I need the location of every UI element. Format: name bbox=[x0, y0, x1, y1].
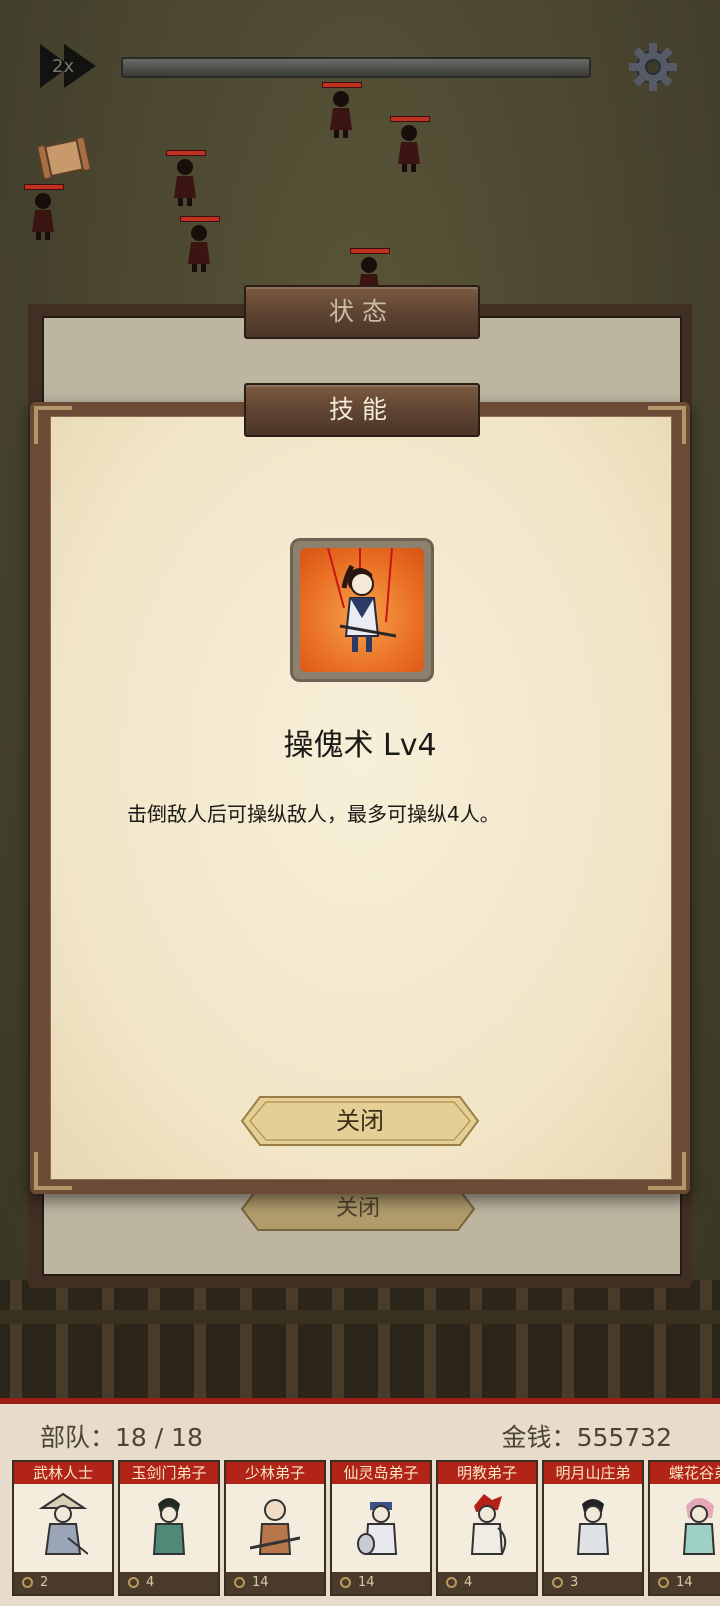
corner-ornament bbox=[648, 406, 686, 444]
unit-name: 蝶花谷弟 bbox=[650, 1462, 720, 1484]
wave-progress-bar bbox=[121, 57, 591, 78]
enemy-unit[interactable] bbox=[20, 184, 66, 242]
troops-counter: 部队：18 / 18 bbox=[40, 1418, 203, 1454]
unit-name: 明教弟子 bbox=[438, 1462, 536, 1484]
unit-portrait bbox=[470, 1494, 507, 1555]
corner-ornament bbox=[34, 406, 72, 444]
unit-cost: 14 bbox=[650, 1572, 720, 1594]
unit-cost: 3 bbox=[544, 1572, 642, 1594]
unit-card[interactable]: 明月山庄弟 3 bbox=[542, 1460, 644, 1596]
troops-value: 18 / 18 bbox=[115, 1423, 203, 1452]
money-value: 555732 bbox=[576, 1423, 672, 1452]
settings-button[interactable] bbox=[628, 42, 678, 92]
enemy-unit[interactable] bbox=[162, 150, 208, 208]
close-button-label: 关闭 bbox=[336, 1107, 384, 1135]
skill-description: 击倒敌人后可操纵敌人，最多可操纵4人。 bbox=[127, 802, 500, 826]
unit-name: 武林人士 bbox=[14, 1462, 112, 1484]
unit-name: 玉剑门弟子 bbox=[120, 1462, 218, 1484]
close-button[interactable]: 关闭 bbox=[240, 1095, 480, 1147]
bottom-bar: 部队：18 / 18 金钱：555732 武林人士 2 玉剑门弟子 4 少林弟子… bbox=[0, 1398, 720, 1606]
skill-name: 操傀术 Lv4 bbox=[283, 728, 437, 763]
corner-ornament bbox=[648, 1152, 686, 1190]
unit-cost: 4 bbox=[120, 1572, 218, 1594]
scroll-button[interactable] bbox=[36, 135, 92, 181]
skill-dialog-title: 技能 bbox=[328, 395, 395, 424]
unit-cost: 2 bbox=[14, 1572, 112, 1594]
puppet-skill-icon bbox=[290, 538, 434, 682]
enemy-unit[interactable] bbox=[386, 116, 432, 174]
unit-roster: 武林人士 2 玉剑门弟子 4 少林弟子 14 仙灵岛弟子 14 明教弟子 4 明… bbox=[12, 1460, 720, 1606]
unit-card[interactable]: 蝶花谷弟 14 bbox=[648, 1460, 720, 1596]
corner-ornament bbox=[34, 1152, 72, 1190]
unit-portrait bbox=[576, 1499, 610, 1555]
unit-card[interactable]: 武林人士 2 bbox=[12, 1460, 114, 1596]
unit-card[interactable]: 少林弟子 14 bbox=[224, 1460, 326, 1596]
skill-title-plank: 技能 bbox=[244, 383, 480, 437]
unit-portrait bbox=[250, 1499, 300, 1555]
unit-portrait bbox=[152, 1498, 186, 1555]
unit-name: 明月山庄弟 bbox=[544, 1462, 642, 1484]
unit-cost: 4 bbox=[438, 1572, 536, 1594]
gear-icon bbox=[629, 43, 677, 91]
scroll-icon bbox=[36, 135, 92, 181]
status-title-plank: 状态 bbox=[244, 285, 480, 339]
troops-label: 部队： bbox=[40, 1423, 116, 1452]
unit-portrait bbox=[682, 1498, 716, 1555]
enemy-unit[interactable] bbox=[318, 82, 364, 140]
unit-card[interactable]: 仙灵岛弟子 14 bbox=[330, 1460, 432, 1596]
money-counter: 金钱：555732 bbox=[502, 1418, 672, 1454]
enemy-unit[interactable] bbox=[176, 216, 222, 274]
money-label: 金钱： bbox=[501, 1423, 577, 1452]
unit-card[interactable]: 玉剑门弟子 4 bbox=[118, 1460, 220, 1596]
unit-cost: 14 bbox=[226, 1572, 324, 1594]
status-title: 状态 bbox=[328, 297, 395, 326]
unit-card[interactable]: 明教弟子 4 bbox=[436, 1460, 538, 1596]
unit-name: 仙灵岛弟子 bbox=[332, 1462, 430, 1484]
unit-name: 少林弟子 bbox=[226, 1462, 324, 1484]
unit-portrait bbox=[38, 1492, 88, 1555]
wooden-fence bbox=[0, 1280, 720, 1400]
unit-cost: 14 bbox=[332, 1572, 430, 1594]
speed-label: 2x bbox=[52, 56, 75, 77]
unit-portrait bbox=[357, 1502, 398, 1555]
